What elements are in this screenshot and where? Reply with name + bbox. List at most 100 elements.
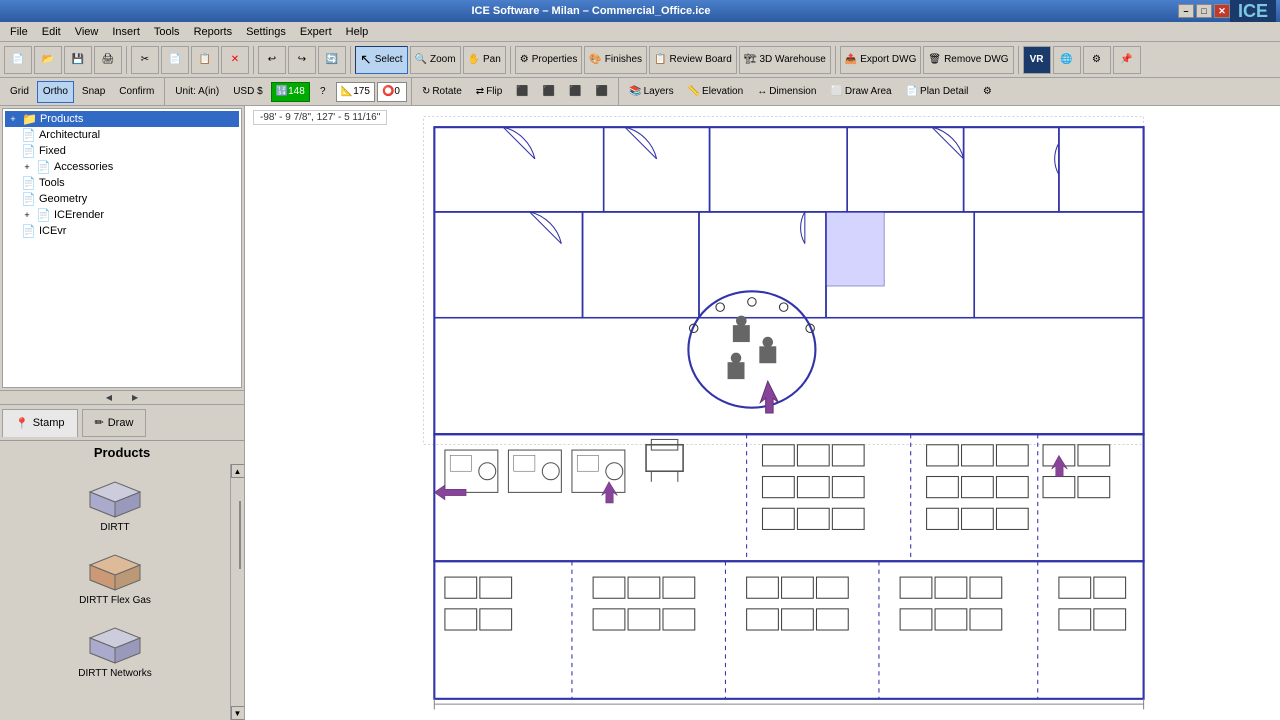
copy-btn[interactable]: 📄 [161, 46, 189, 74]
value-175-icon: 📐 [341, 86, 353, 97]
elevation-btn[interactable]: 📏 Elevation [682, 81, 750, 103]
cut-btn[interactable]: ✂ [131, 46, 159, 74]
finishes-label: Finishes [605, 54, 642, 65]
grid-label: Grid [10, 86, 29, 97]
products-grid: DIRTT DIRTT Flex Gas [0, 464, 230, 720]
expand-accessories[interactable]: + [21, 161, 33, 173]
align4-btn[interactable]: ⬛ [590, 81, 614, 103]
draw-area-label: Draw Area [845, 86, 892, 97]
tree-item-products[interactable]: + 📁 Products [5, 111, 239, 127]
vr-btn[interactable]: VR [1023, 46, 1051, 74]
sep3 [350, 46, 351, 74]
sep4 [510, 46, 511, 74]
print-icon: 🖨 [102, 54, 115, 65]
menu-view[interactable]: View [69, 24, 105, 40]
refresh-btn[interactable]: 🔄 [318, 46, 346, 74]
select-btn[interactable]: ↖ Select [355, 46, 408, 74]
value-175-box: 📐 175 [336, 82, 375, 102]
rotate-btn[interactable]: ↻ Rotate [416, 81, 468, 103]
paste-btn[interactable]: 📋 [191, 46, 219, 74]
tree-item-fixed[interactable]: 📄 Fixed [5, 143, 239, 159]
print-btn[interactable]: 🖨 [94, 46, 122, 74]
3d-warehouse-btn[interactable]: 🏗 3D Warehouse [739, 46, 831, 74]
tree-item-accessories[interactable]: + 📄 Accessories [5, 159, 239, 175]
layers-btn[interactable]: 📚 Layers [623, 81, 679, 103]
delete-btn[interactable]: ✕ [221, 46, 249, 74]
align1-btn[interactable]: ⬛ [510, 81, 534, 103]
review-board-btn[interactable]: 📋 Review Board [649, 46, 737, 74]
draw-tab[interactable]: ✏ Draw [82, 409, 147, 437]
tree-products-label: Products [40, 113, 83, 125]
menu-edit[interactable]: Edit [36, 24, 67, 40]
export-dwg-btn[interactable]: 📤 Export DWG [840, 46, 922, 74]
dimension-label: Dimension [769, 86, 816, 97]
stamp-tab[interactable]: 📍 Stamp [2, 409, 78, 437]
paste-icon: 📋 [199, 54, 211, 65]
close-btn[interactable]: ✕ [1214, 4, 1230, 18]
remove-dwg-btn[interactable]: 🗑 Remove DWG [923, 46, 1013, 74]
scroll-left-arrow[interactable]: ◀ [106, 393, 112, 402]
undo-btn[interactable]: ↩ [258, 46, 286, 74]
scroll-down-btn[interactable]: ▼ [231, 706, 245, 720]
zoom-icon: 🔍 [415, 54, 427, 65]
tree-icevr-label: ICEvr [39, 225, 67, 237]
dimension-btn[interactable]: ↔ Dimension [751, 81, 822, 103]
help-question-btn[interactable]: ? [312, 81, 334, 103]
align1-icon: ⬛ [516, 86, 528, 97]
confirm-btn[interactable]: Confirm [113, 81, 160, 103]
pan-btn[interactable]: ✋ Pan [463, 46, 506, 74]
align3-btn[interactable]: ⬛ [563, 81, 587, 103]
grid-btn[interactable]: Grid [4, 81, 35, 103]
minimize-btn[interactable]: – [1178, 4, 1194, 18]
tree-item-icevr[interactable]: 📄 ICEvr [5, 223, 239, 239]
value-175: 175 [353, 86, 370, 97]
tree-item-architectural[interactable]: 📄 Architectural [5, 127, 239, 143]
open-btn[interactable]: 📂 [34, 46, 62, 74]
globe-btn[interactable]: 🌐 [1053, 46, 1081, 74]
unit-btn[interactable]: Unit: A(in) [169, 81, 225, 103]
tree-item-icerender[interactable]: + 📄 ICErender [5, 207, 239, 223]
architectural-icon: 📄 [21, 128, 36, 142]
menu-help[interactable]: Help [340, 24, 375, 40]
tree-icerender-label: ICErender [54, 209, 104, 221]
expand-icerender[interactable]: + [21, 209, 33, 221]
scroll-up-btn[interactable]: ▲ [231, 464, 245, 478]
sep1 [126, 46, 127, 74]
save-icon: 💾 [72, 54, 84, 65]
product-dirtt-networks[interactable]: DIRTT Networks [45, 614, 185, 683]
review-board-icon: 📋 [654, 54, 666, 65]
expand-products[interactable]: + [7, 113, 19, 125]
sep2 [253, 46, 254, 74]
scroll-right-arrow[interactable]: ▶ [132, 393, 138, 402]
properties-btn[interactable]: ⚙ Properties [515, 46, 583, 74]
redo-btn[interactable]: ↪ [288, 46, 316, 74]
extra-tool-btn[interactable]: ⚙ [976, 81, 998, 103]
plan-detail-btn[interactable]: 📄 Plan Detail [900, 81, 975, 103]
extra-btn[interactable]: 📌 [1113, 46, 1141, 74]
menu-file[interactable]: File [4, 24, 34, 40]
menu-settings[interactable]: Settings [240, 24, 292, 40]
tree-item-tools[interactable]: 📄 Tools [5, 175, 239, 191]
product-dirtt-flex-gas[interactable]: DIRTT Flex Gas [45, 541, 185, 610]
ortho-btn[interactable]: Ortho [37, 81, 74, 103]
new-icon: 📄 [12, 54, 24, 65]
settings-icon-btn[interactable]: ⚙ [1083, 46, 1111, 74]
save-btn[interactable]: 💾 [64, 46, 92, 74]
warehouse-label: 3D Warehouse [759, 54, 825, 65]
product-dirtt[interactable]: DIRTT [45, 468, 185, 537]
align2-btn[interactable]: ⬛ [537, 81, 561, 103]
snap-btn[interactable]: Snap [76, 81, 111, 103]
new-btn[interactable]: 📄 [4, 46, 32, 74]
maximize-btn[interactable]: □ [1196, 4, 1212, 18]
zoom-btn[interactable]: 🔍 Zoom [410, 46, 461, 74]
canvas-area[interactable]: -98' - 9 7/8", 127' - 5 11/16" [245, 106, 1280, 720]
menu-expert[interactable]: Expert [294, 24, 338, 40]
currency-btn[interactable]: USD $ [227, 81, 268, 103]
flip-btn[interactable]: ⇄ Flip [470, 81, 509, 103]
menu-reports[interactable]: Reports [188, 24, 239, 40]
finishes-btn[interactable]: 🎨 Finishes [584, 46, 647, 74]
draw-area-btn[interactable]: ⬜ Draw Area [824, 81, 897, 103]
tree-item-geometry[interactable]: 📄 Geometry [5, 191, 239, 207]
menu-insert[interactable]: Insert [106, 24, 146, 40]
menu-tools[interactable]: Tools [148, 24, 186, 40]
